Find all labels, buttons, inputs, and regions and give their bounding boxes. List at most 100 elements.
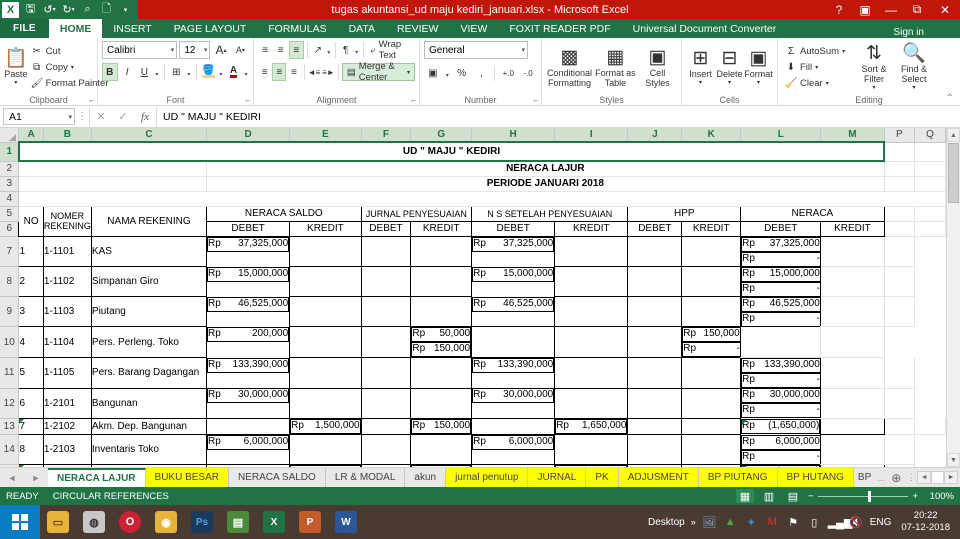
restore-button[interactable]: ⧉ (904, 0, 930, 19)
decrease-decimal-button[interactable]: -.0 (519, 64, 537, 82)
tab-data[interactable]: DATA (338, 19, 386, 38)
enter-icon[interactable]: ✓ (112, 107, 134, 127)
align-top-button[interactable]: ≡ (258, 41, 272, 59)
taskbar-folder-icon[interactable]: ▭ (40, 505, 76, 539)
cell-Q3[interactable] (914, 176, 946, 192)
add-sheet-button[interactable]: ⊕ (887, 471, 905, 485)
cell-nama-rekening[interactable]: Inventaris Toko (90, 433, 208, 465)
row-header-1[interactable]: 1 (0, 142, 20, 162)
cell-neraca-saldo-kredit[interactable] (289, 235, 362, 267)
cell-jurnal-penyesuaian-debet[interactable] (360, 387, 412, 419)
cell-neraca-saldo-debet[interactable] (206, 417, 291, 435)
header-no[interactable]: NO (18, 205, 44, 237)
cell-no[interactable]: 7 (18, 417, 44, 435)
cell-neraca-kredit[interactable] (820, 464, 885, 467)
align-left-button[interactable]: ≡ (258, 63, 271, 81)
header-nomer-rekening[interactable]: NOMER REKENING (42, 205, 92, 237)
header-nr-debet[interactable]: DEBET (740, 220, 822, 237)
header-nsp-debet[interactable]: DEBET (471, 220, 556, 237)
cell-P12[interactable] (820, 388, 885, 419)
tab-insert[interactable]: INSERT (102, 19, 162, 38)
cell-kode-rekening[interactable]: 1-1101 (42, 235, 92, 267)
col-header-J[interactable]: J (627, 128, 683, 143)
col-header-B[interactable]: B (43, 128, 92, 143)
fill-dropdown-icon[interactable]: ▾ (815, 64, 818, 71)
cell-kode-rekening[interactable]: 1-2102 (42, 417, 92, 435)
cell-jurnal-penyesuaian-debet[interactable] (360, 296, 412, 327)
cell-D2-title[interactable]: NERACA LAJUR (206, 161, 885, 177)
number-format-combo[interactable]: General ▾ (424, 41, 528, 59)
sheet-tab-overflow[interactable]: ... (875, 473, 887, 483)
cell-neraca-saldo-kredit[interactable] (289, 433, 362, 465)
accounting-dropdown-icon[interactable]: ▾ (444, 64, 451, 82)
tab-foxit-reader-pdf[interactable]: FOXIT READER PDF (498, 19, 621, 38)
format-dropdown-icon[interactable]: ▾ (757, 79, 760, 86)
start-button[interactable] (0, 505, 40, 539)
tray-network-icon[interactable]: ▂▄▆ (828, 516, 853, 529)
header-hpp-debet[interactable]: DEBET (627, 220, 683, 237)
cell-ns-setelah-kredit[interactable] (554, 357, 629, 389)
col-header-C[interactable]: C (91, 128, 208, 143)
select-all-corner[interactable] (0, 128, 20, 143)
header-ns-kredit[interactable]: KREDIT (289, 220, 362, 237)
cell-neraca-debet[interactable]: Rp 6,000,000 (741, 434, 821, 450)
col-header-P[interactable]: P (884, 128, 916, 143)
cell-P15[interactable] (884, 464, 916, 467)
row-header-15[interactable]: 15 (0, 464, 20, 467)
bold-button[interactable]: B (102, 63, 118, 81)
cell-nama-rekening[interactable]: Akm. Dep. Inv. Toko (90, 464, 208, 467)
sheet-tab-jurnal-penutup[interactable]: jurnal penutup (446, 468, 529, 487)
orientation-button[interactable]: ↗ (311, 41, 325, 59)
header-nr-kredit[interactable]: KREDIT (820, 220, 885, 237)
merge-dropdown-icon[interactable]: ▾ (407, 69, 410, 76)
col-header-G[interactable]: G (410, 128, 473, 143)
cell-Q11[interactable] (884, 357, 916, 389)
header-group-ns-setelah-penyesuaian[interactable]: N S SETELAH PENYESUAIAN (471, 205, 629, 222)
orientation-dropdown-icon[interactable]: ▾ (326, 41, 332, 59)
insert-cells-button[interactable]: ⊞ Insert ▾ (686, 40, 715, 95)
cell-hpp-debet[interactable] (627, 417, 683, 435)
sheet-tab-lr-modal[interactable]: LR & MODAL (325, 468, 406, 487)
cell-jurnal-penyesuaian-kredit[interactable] (410, 433, 473, 465)
sheet-tab-splitter[interactable]: ⋮ (905, 472, 917, 483)
cell-no[interactable]: 1 (18, 235, 44, 267)
row-header-10[interactable]: 10 (0, 326, 20, 358)
tab-formulas[interactable]: FORMULAS (257, 19, 337, 38)
cell-nama-rekening[interactable]: Akm. Dep. Bangunan (90, 417, 208, 435)
cell-no[interactable]: 4 (18, 326, 44, 358)
col-header-Q[interactable]: Q (914, 128, 946, 143)
taskbar-opera-icon[interactable]: O (112, 505, 148, 539)
cell-nama-rekening[interactable]: KAS (90, 235, 208, 267)
cell-hpp-debet[interactable] (627, 387, 683, 419)
vertical-scroll-track[interactable] (947, 204, 960, 453)
cell-ns-setelah-kredit[interactable] (554, 296, 629, 327)
cell-neraca-saldo-debet[interactable]: Rp 15,000,000 (207, 266, 290, 282)
sheet-tab-bp-piutang[interactable]: BP PIUTANG (698, 468, 778, 487)
vertical-scrollbar[interactable]: ▲ ▼ (946, 128, 960, 467)
header-jp-debet[interactable]: DEBET (360, 220, 412, 237)
taskbar-photo-icon[interactable]: ◉ (148, 505, 184, 539)
tab-view[interactable]: VIEW (449, 19, 498, 38)
tab-home[interactable]: HOME (48, 19, 103, 38)
tray-picture-icon[interactable]: 🖼 (702, 516, 717, 529)
increase-indent-button[interactable]: ≡► (322, 63, 335, 81)
cell-no[interactable]: 9 (18, 464, 44, 467)
fill-button[interactable]: ⬇ Fill ▾ (782, 60, 854, 75)
conditional-formatting-button[interactable]: ▩ Conditional Formatting (546, 40, 593, 95)
sheet-tab-bp-hutang[interactable]: BP HUTANG (777, 468, 854, 487)
clear-dropdown-icon[interactable]: ▾ (826, 80, 829, 87)
align-right-button[interactable]: ≡ (287, 63, 300, 81)
zoom-in-button[interactable]: + (912, 491, 918, 502)
header-ns-debet[interactable]: DEBET (206, 220, 291, 237)
row-header-3[interactable]: 3 (0, 176, 20, 192)
row-header-8[interactable]: 8 (0, 266, 20, 297)
cell-jurnal-penyesuaian-debet[interactable] (360, 433, 412, 465)
cell-jurnal-penyesuaian-kredit[interactable] (410, 296, 473, 327)
cell-ns-setelah-debet[interactable]: Rp 30,000,000 (472, 388, 555, 403)
cell-P1[interactable] (884, 142, 916, 162)
fill-color-dropdown-icon[interactable]: ▾ (218, 63, 224, 81)
cell-D3-title[interactable]: PERIODE JANUARI 2018 (206, 176, 885, 192)
fill-color-button[interactable]: 🪣 (201, 63, 216, 81)
scroll-left-button[interactable]: ◄ (917, 471, 932, 484)
cell-Q10[interactable] (820, 326, 885, 358)
